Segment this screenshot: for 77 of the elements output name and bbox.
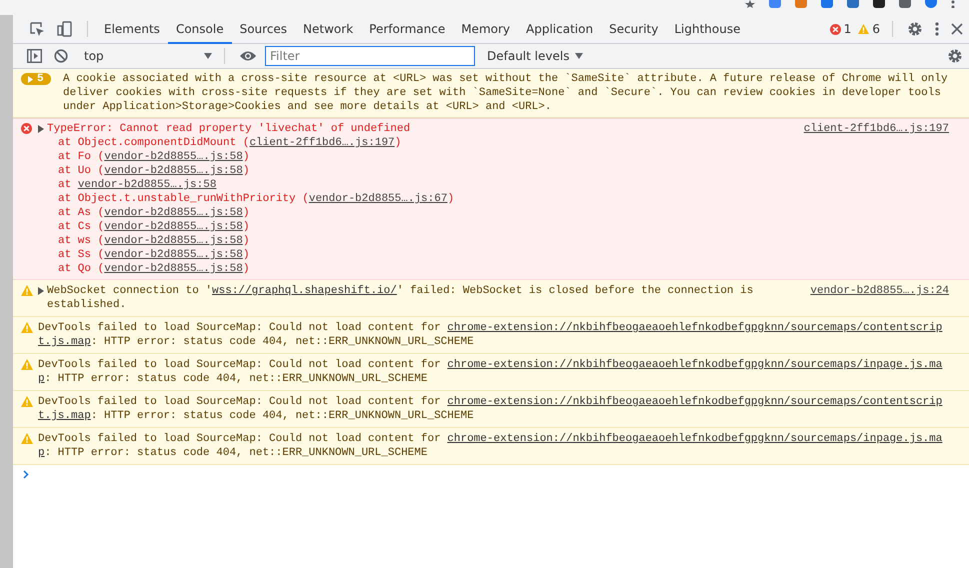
stack-trace-line: at Uo (vendor-b2d8855….js:58) [57, 164, 250, 178]
warning-icon [858, 24, 870, 34]
inspect-icon[interactable] [29, 21, 45, 37]
panel-tab[interactable]: Memory [453, 16, 518, 44]
stack-trace-line: at ws (vendor-b2d8855….js:58) [57, 234, 250, 248]
eye-icon[interactable] [239, 50, 257, 62]
stack-trace-line: at Ss (vendor-b2d8855….js:58) [57, 248, 250, 262]
warning-icon [21, 359, 33, 370]
source-link[interactable]: vendor-b2d8855….js:58 [104, 165, 243, 177]
message-text: DevTools failed to load SourceMap: Could not load content for chrome-extension://nkbihfbeogaeaoehlefnkodbefgpgknn/sourcemaps/contentscrip t.js.map: HTTP error: status code 404, net::ERR_UNKNOWN_URL_SCHEME [38, 395, 944, 423]
expand-triangle-icon [28, 76, 33, 82]
stack-trace-line: at Qo (vendor-b2d8855….js:58) [57, 262, 250, 276]
sidebar-toggle-icon[interactable] [27, 49, 42, 63]
warning-count[interactable]: 6 [872, 22, 880, 36]
panel-tab[interactable]: Sources [232, 16, 296, 44]
panel-tab[interactable]: Security [601, 16, 666, 44]
source-link[interactable]: vendor-b2d8855….js:67 [308, 193, 448, 205]
clear-console-icon[interactable] [54, 49, 68, 63]
source-link[interactable]: vendor-b2d8855….js:58 [104, 207, 243, 219]
stack-trace-line: at vendor-b2d8855….js:58 [57, 178, 218, 192]
message-text: DevTools failed to load SourceMap: Could not load content for chrome-extension://nkbihfbeogaeaoehlefnkodbefgpgknn/sourcemaps/inpage.js.ma p: HTTP error: status code 404, net::ERR_UNKNOWN_URL_SCHEME [38, 358, 944, 386]
expand-triangle-icon[interactable] [38, 125, 44, 133]
message-text: DevTools failed to load SourceMap: Could not load content for chrome-extension://nkbihfbeogaeaoehlefnkodbefgpgknn/sourcemaps/inpage.js.ma p: HTTP error: status code 404, net::ERR_UNKNOWN_URL_SCHEME [38, 432, 944, 460]
source-link[interactable]: vendor-b2d8855….js:58 [104, 235, 243, 247]
stack-trace-line: at Object.t.unstable_runWithPriority (vendor-b2d8855….js:67) [57, 192, 456, 206]
message-text: WebSocket connection to 'wss://graphql.shapeshift.io/' failed: WebSocket is closed before the connection is established. [47, 284, 754, 312]
source-link[interactable]: vendor-b2d8855….js:58 [104, 249, 243, 261]
caret-icon [204, 53, 212, 59]
source-link[interactable]: vendor-b2d8855….js:58 [78, 179, 216, 191]
error-count[interactable]: 1 [844, 22, 852, 36]
panel-tab[interactable]: Application [518, 16, 602, 44]
source-link[interactable]: client-2ff1bd6….js:197 [804, 122, 949, 136]
caret-icon [575, 53, 584, 59]
settings-icon[interactable] [907, 21, 923, 37]
url-link[interactable]: chrome-extension://nkbihfbeogaeaoehlefnkodbefgpgknn/sourcemaps/inpage.js.ma [447, 359, 942, 371]
panel-tab[interactable]: Lighthouse [666, 16, 748, 44]
url-link[interactable]: p [38, 447, 45, 459]
message-text: A cookie associated with a cross-site resource at <URL> was set without the `SameSite` attribute. A future release of Chrome will only deliver cookies with cross-site requests if they are set with `SameSite=None` and `Secure`. You can review cookies in developer tools under Application>Storage>Cookies and see more details at <URL> and <URL>. [63, 72, 949, 114]
url-link[interactable]: t.js.map [38, 410, 91, 422]
extension-icon[interactable] [873, 0, 885, 8]
url-link[interactable]: chrome-extension://nkbihfbeogaeaoehlefnkodbefgpgknn/sourcemaps/contentscrip [447, 322, 942, 334]
message-text: TypeError: Cannot read property 'livechat' of undefined [47, 122, 412, 136]
stack-trace-line: at Cs (vendor-b2d8855….js:58) [57, 220, 250, 234]
stack-trace-line: at Object.componentDidMount (client-2ff1bd6….js:197) [57, 136, 402, 150]
stack-trace-line: at As (vendor-b2d8855….js:58) [57, 206, 250, 220]
warning-icon [21, 396, 33, 407]
stack-trace-line: at Fo (vendor-b2d8855….js:58) [57, 150, 250, 164]
device-icon[interactable] [57, 21, 73, 37]
more-icon[interactable] [951, 0, 955, 8]
url-link[interactable]: p [38, 373, 45, 385]
warning-icon [21, 433, 33, 444]
url-link[interactable]: chrome-extension://nkbihfbeogaeaoehlefnkodbefgpgknn/sourcemaps/inpage.js.ma [447, 433, 942, 445]
prompt-chevron-icon[interactable] [23, 470, 29, 479]
expand-triangle-icon[interactable] [38, 287, 44, 295]
source-link[interactable]: vendor-b2d8855….js:24 [810, 284, 949, 298]
panel-tab[interactable]: Performance [361, 16, 454, 44]
panel-tab[interactable]: Elements [96, 16, 168, 44]
settings-icon[interactable] [947, 48, 963, 64]
context-selector[interactable]: top [80, 47, 216, 65]
more-menu-icon[interactable] [935, 22, 939, 36]
error-icon [830, 24, 841, 34]
warning-icon [21, 285, 33, 296]
url-link[interactable]: chrome-extension://nkbihfbeogaeaoehlefnkodbefgpgknn/sourcemaps/contentscrip [447, 396, 942, 408]
filter-field[interactable]: Filter [265, 46, 475, 66]
warning-icon [21, 322, 33, 333]
star-icon[interactable] [745, 0, 755, 8]
source-link[interactable]: vendor-b2d8855….js:58 [104, 221, 243, 233]
source-link[interactable]: client-2ff1bd6….js:197 [249, 137, 395, 149]
log-levels-dropdown[interactable]: Default levels [481, 48, 590, 64]
close-icon[interactable] [951, 23, 963, 35]
source-link[interactable]: vendor-b2d8855….js:58 [104, 151, 243, 163]
error-icon [21, 123, 32, 134]
message-text: DevTools failed to load SourceMap: Could not load content for chrome-extension://nkbihfbeogaeaoehlefnkodbefgpgknn/sourcemaps/contentscrip t.js.map: HTTP error: status code 404, net::ERR_UNKNOWN_URL_SCHEME [38, 321, 944, 349]
url-link[interactable]: t.js.map [38, 336, 91, 348]
source-link[interactable]: vendor-b2d8855….js:58 [104, 263, 243, 275]
panel-tab[interactable]: Network [295, 16, 362, 44]
url-link[interactable]: wss://graphql.shapeshift.io/ [212, 285, 397, 297]
